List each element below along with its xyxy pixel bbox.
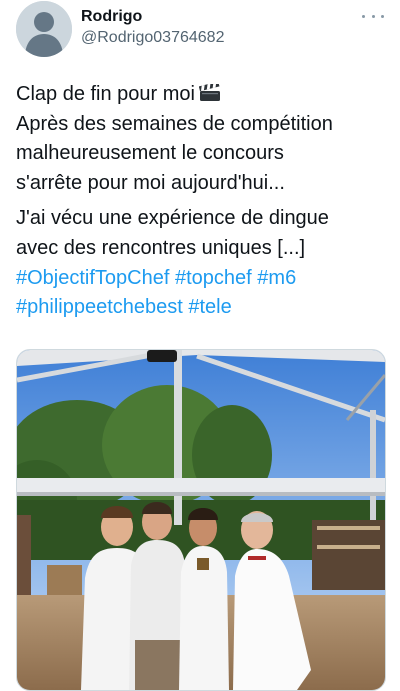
photo-chefs-tent	[17, 350, 385, 690]
clapperboard-icon	[198, 81, 221, 101]
author-display-name[interactable]: Rodrigo	[81, 8, 142, 26]
more-horizontal-icon[interactable]	[362, 8, 384, 24]
tweet-text-line-4: s'arrête pour moi aujourd'hui...	[16, 171, 285, 194]
author-handle[interactable]: @Rodrigo03764682	[81, 29, 224, 47]
tweet-photo[interactable]	[16, 349, 386, 691]
tweet-text-line-3: malheureusement le concours	[16, 142, 284, 165]
tweet-text: Clap de fin pour moi Après des semaines …	[16, 80, 388, 323]
default-avatar-icon	[16, 1, 72, 57]
tweet-text-line: Clap de fin pour moi	[16, 80, 388, 110]
hashtag-philippeetchebest[interactable]: #philippeetchebest	[16, 296, 183, 318]
hashtag-line-1: #ObjectifTopChef #topchef #m6	[16, 264, 388, 294]
hashtag-objectiftopchef[interactable]: #ObjectifTopChef	[16, 267, 169, 289]
author-avatar[interactable]	[16, 1, 72, 57]
hashtag-m6[interactable]: #m6	[257, 267, 296, 289]
tweet-text-line-5: J'ai vécu une expérience de dingue	[16, 207, 329, 230]
hashtag-topchef[interactable]: #topchef	[175, 267, 252, 289]
hashtag-tele[interactable]: #tele	[188, 296, 231, 318]
tweet-text-line-6: avec des rencontres uniques [...]	[16, 236, 306, 259]
tweet-text-line-2: Après des semaines de compétition	[16, 112, 333, 135]
hashtag-line-2: #philippeetchebest #tele	[16, 293, 388, 323]
tweet-text-line-1: Clap de fin pour moi	[16, 83, 195, 105]
